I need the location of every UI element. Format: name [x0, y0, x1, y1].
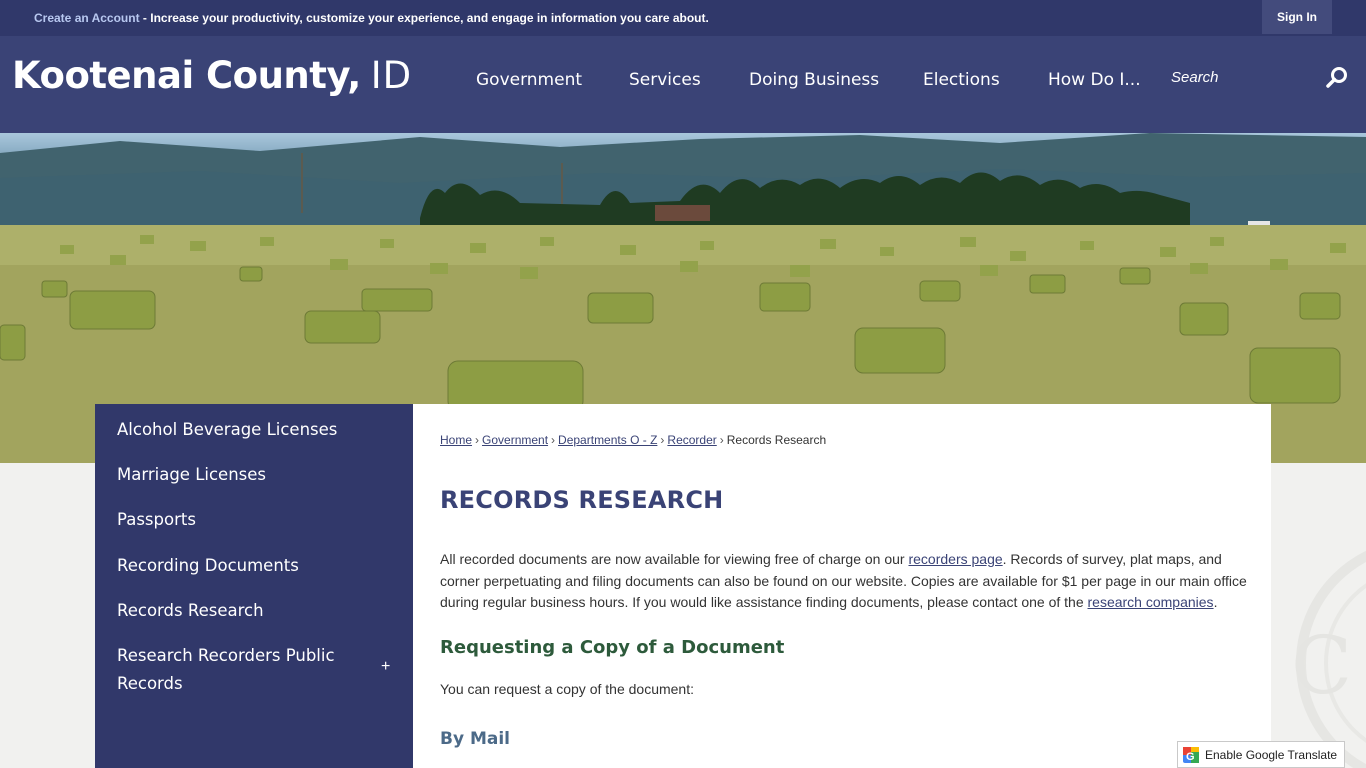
breadcrumb-separator: › — [551, 433, 556, 447]
create-account-link[interactable]: Create an Account — [34, 11, 140, 25]
breadcrumb-departments[interactable]: Departments O - Z — [558, 433, 657, 447]
breadcrumb-separator: › — [475, 433, 480, 447]
intro-paragraph: All recorded documents are now available… — [440, 549, 1250, 614]
sidebar-item-label-line1: Research Recorders Public — [117, 646, 335, 665]
site-logo[interactable]: Kootenai County, ID — [12, 54, 412, 97]
breadcrumb-separator: › — [660, 433, 665, 447]
requesting-copy-heading: Requesting a Copy of a Document — [440, 637, 785, 658]
account-message: Create an Account - Increase your produc… — [34, 11, 709, 25]
search-icon[interactable] — [1325, 66, 1349, 90]
side-navigation: Alcohol Beverage Licenses Marriage Licen… — [95, 404, 413, 768]
logo-name: Kootenai County, — [12, 54, 361, 97]
sign-in-button[interactable]: Sign In — [1262, 0, 1332, 34]
breadcrumb: Home › Government › Departments O - Z › Record… — [440, 433, 826, 447]
breadcrumb-separator: › — [719, 433, 724, 447]
intro-text-1: All recorded documents are now available… — [440, 551, 909, 567]
breadcrumb-current: Records Research — [726, 433, 827, 447]
breadcrumb-government[interactable]: Government — [482, 433, 548, 447]
nav-doing-business[interactable]: Doing Business — [749, 70, 879, 90]
svg-text:G: G — [1186, 751, 1195, 763]
sidebar-item-label-line2: Records — [117, 674, 183, 693]
plus-icon[interactable]: + — [381, 658, 390, 676]
sidebar-item-alcohol-beverage-licenses[interactable]: Alcohol Beverage Licenses — [117, 416, 337, 444]
account-promo-text: - Increase your productivity, customize … — [139, 11, 709, 25]
svg-text:C: C — [1291, 619, 1352, 712]
sidebar-item-records-research[interactable]: Records Research — [117, 597, 264, 625]
logo-state: ID — [370, 54, 413, 97]
research-companies-link[interactable]: research companies — [1088, 594, 1214, 610]
google-translate-label: Enable Google Translate — [1205, 748, 1338, 762]
breadcrumb-recorder[interactable]: Recorder — [667, 433, 716, 447]
decorative-seal: C — [1271, 463, 1366, 768]
main-content: Home › Government › Departments O - Z › Record… — [413, 404, 1271, 768]
sidebar-item-research-recorders-public-records[interactable]: Research Recorders Public Records — [117, 642, 335, 698]
search-box[interactable]: Search — [1166, 60, 1354, 96]
page-title: RECORDS RESEARCH — [440, 486, 724, 514]
nav-how-do-i[interactable]: How Do I... — [1048, 70, 1141, 90]
request-text: You can request a copy of the document: — [440, 681, 694, 697]
by-mail-heading: By Mail — [440, 729, 511, 749]
account-bar: Create an Account - Increase your produc… — [0, 0, 1366, 36]
sidebar-item-passports[interactable]: Passports — [117, 506, 196, 534]
site-header: Kootenai County, ID Government Services D… — [0, 36, 1366, 133]
nav-government[interactable]: Government — [476, 70, 582, 90]
intro-text-3: . — [1213, 594, 1218, 610]
recorders-page-link[interactable]: recorders page — [908, 551, 1002, 567]
sidebar-item-recording-documents[interactable]: Recording Documents — [117, 552, 299, 580]
breadcrumb-home[interactable]: Home — [440, 433, 472, 447]
search-input[interactable]: Search — [1171, 69, 1219, 86]
nav-elections[interactable]: Elections — [923, 70, 1000, 90]
nav-services[interactable]: Services — [629, 70, 701, 90]
google-translate-icon: G — [1183, 747, 1199, 763]
sidebar-item-marriage-licenses[interactable]: Marriage Licenses — [117, 461, 266, 489]
google-translate-button[interactable]: G Enable Google Translate — [1177, 741, 1345, 768]
